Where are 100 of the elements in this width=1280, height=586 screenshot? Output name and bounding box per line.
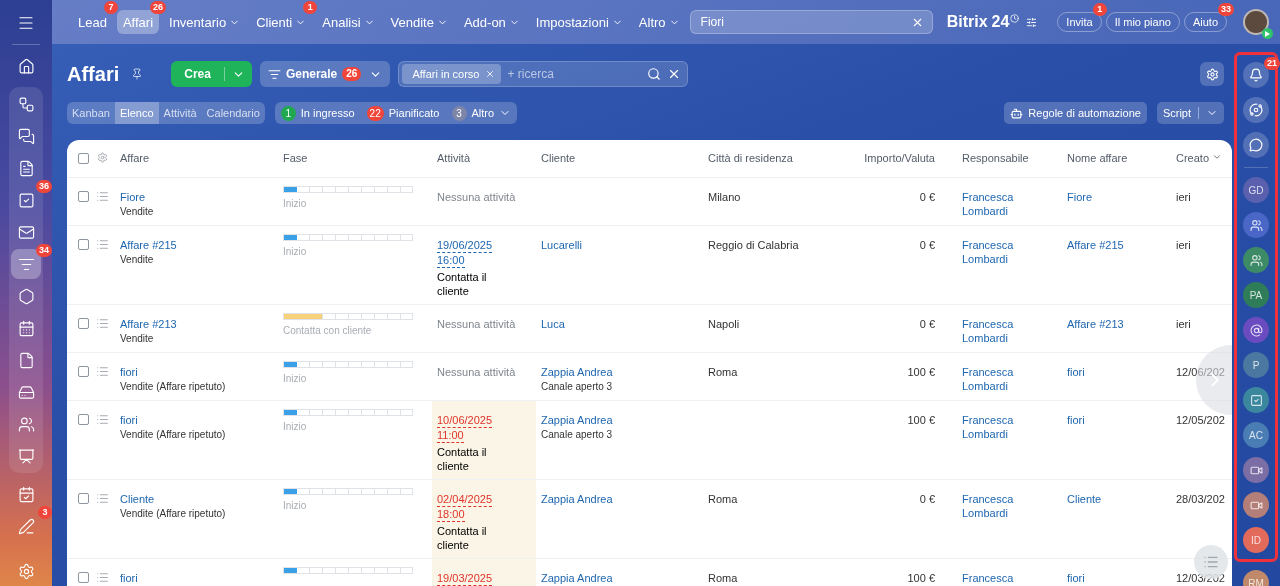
checkbox[interactable] — [78, 365, 89, 377]
menu-icon — [17, 14, 35, 32]
filter-button[interactable]: Generale 26 — [259, 61, 391, 87]
script-button[interactable]: Script — [1156, 102, 1224, 124]
column-header[interactable]: Città di residenza — [703, 140, 830, 177]
column-header[interactable]: Cliente — [536, 140, 703, 177]
amount-text: 0 € — [919, 317, 935, 330]
deal-link[interactable]: Cliente — [120, 492, 155, 505]
manager-link[interactable]: Francesca — [962, 570, 1057, 585]
video-call-avatar[interactable] — [1243, 492, 1269, 518]
contact-avatar[interactable]: P — [1243, 352, 1269, 378]
manager-link[interactable]: Francesca Lombardi — [962, 316, 1057, 345]
checkbox[interactable] — [78, 317, 89, 329]
deal-name-link[interactable]: fiori — [1067, 571, 1085, 584]
contact-avatar[interactable]: GD — [1243, 177, 1269, 203]
pipeline-text: Vendite — [120, 252, 155, 267]
counter-link[interactable]: In ingresso — [300, 107, 355, 119]
contact-avatar[interactable]: AC — [1243, 422, 1269, 448]
contact-avatar[interactable] — [1243, 317, 1269, 343]
automation-button[interactable]: Regole di automazione — [1004, 102, 1147, 124]
search-field[interactable]: Fiori — [689, 10, 933, 34]
checkbox[interactable] — [78, 413, 89, 425]
deal-link[interactable]: fiori — [120, 571, 138, 584]
client-link[interactable]: Luca — [541, 317, 565, 330]
view-tab[interactable]: Calendario — [201, 102, 265, 124]
mail-icon — [17, 223, 35, 241]
amount-text: 0 € — [919, 238, 935, 251]
deal-link[interactable]: Affare #213 — [120, 317, 177, 330]
column-header[interactable]: Importo/Valuta — [830, 140, 950, 177]
manager-link[interactable]: Francesca Lombardi — [962, 237, 1057, 266]
deal-name-link[interactable]: fiori — [1067, 413, 1085, 426]
manager-link[interactable]: Francesca Lombardi — [962, 412, 1057, 441]
assistant-button[interactable] — [1243, 97, 1269, 123]
column-header[interactable]: Responsabile — [950, 140, 1062, 177]
nav-tab[interactable]: Analisi — [316, 10, 381, 34]
manager-link[interactable]: Francesca Lombardi — [962, 189, 1057, 218]
deal-name-link[interactable]: Cliente — [1067, 492, 1102, 505]
view-tab[interactable]: Kanban — [67, 102, 115, 124]
search-icon[interactable] — [647, 67, 662, 81]
client-link[interactable]: Zappia Andrea — [541, 571, 613, 584]
drag-handle-icon[interactable] — [96, 237, 109, 251]
notification-button[interactable] — [1243, 62, 1269, 88]
counter-link[interactable]: Pianificato — [388, 107, 440, 119]
nav-tab[interactable]: Impostazioni — [529, 10, 629, 34]
manager-link[interactable]: Francesca Lombardi — [962, 364, 1057, 393]
activity-date-link[interactable]: 10/06/2025 — [437, 412, 493, 428]
stage-text: Inizio — [283, 196, 308, 211]
sidebar-item[interactable] — [11, 249, 41, 279]
client-link[interactable]: Lucarelli — [541, 238, 582, 251]
nav-tab[interactable]: Vendite — [384, 10, 454, 34]
deal-name-link[interactable]: Fiore — [1067, 190, 1093, 203]
nav-tab[interactable]: Add-on — [457, 10, 526, 34]
column-header[interactable]: Affare — [115, 140, 278, 177]
column-header[interactable]: Nome affare — [1062, 140, 1171, 177]
activity-date-link[interactable]: 19/06/2025 — [437, 237, 493, 253]
contact-avatar[interactable]: PA — [1243, 282, 1269, 308]
deal-name-link[interactable]: Affare #215 — [1067, 238, 1124, 251]
city-text: Reggio di Calabria — [708, 238, 799, 251]
checkbox[interactable] — [78, 190, 89, 202]
counter-link[interactable]: Altro — [471, 107, 495, 119]
client-link[interactable]: Zappia Andrea — [541, 365, 613, 378]
checkbox[interactable] — [78, 238, 89, 250]
column-header[interactable]: Creato — [1171, 140, 1232, 177]
deal-link[interactable]: Fiore — [120, 190, 146, 203]
drag-handle-icon[interactable] — [96, 316, 109, 330]
manager-link[interactable]: Francesca Lombardi — [962, 491, 1057, 520]
deal-name-link[interactable]: Affare #213 — [1067, 317, 1124, 330]
drag-handle-icon[interactable] — [96, 412, 109, 426]
column-header[interactable]: Attività — [432, 140, 536, 177]
user-avatar[interactable] — [1243, 9, 1269, 35]
settings-button[interactable] — [1200, 62, 1224, 86]
deal-link[interactable]: fiori — [120, 413, 138, 426]
drag-handle-icon[interactable] — [96, 364, 109, 378]
client-link[interactable]: Zappia Andrea — [541, 492, 613, 505]
checkbox[interactable] — [78, 492, 89, 504]
contact-avatar[interactable] — [1243, 387, 1269, 413]
city-text: Roma — [708, 571, 738, 584]
drag-handle-icon[interactable] — [96, 570, 109, 584]
group-avatar[interactable] — [1243, 247, 1269, 273]
deal-name-link[interactable]: fiori — [1067, 365, 1085, 378]
group-avatar[interactable] — [1243, 212, 1269, 238]
city-text: Roma — [708, 365, 738, 378]
column-header[interactable]: Fase — [278, 140, 432, 177]
view-tab[interactable]: Attività — [158, 102, 202, 124]
activity-time-link[interactable]: 11:00 — [437, 427, 464, 443]
pin-icon[interactable] — [131, 68, 144, 80]
people-icon — [1249, 253, 1263, 267]
deal-link[interactable]: fiori — [120, 365, 138, 378]
nav-tab[interactable]: Altro — [632, 10, 686, 34]
deal-link[interactable]: Affare #215 — [120, 238, 177, 251]
client-link[interactable]: Zappia Andrea — [541, 413, 613, 426]
video-call-avatar[interactable] — [1243, 457, 1269, 483]
drag-handle-icon[interactable] — [96, 491, 109, 505]
activity-time-link[interactable]: 18:00 — [437, 506, 465, 522]
checkbox[interactable] — [78, 571, 89, 583]
drag-handle-icon[interactable] — [96, 189, 109, 203]
activity-time-link[interactable]: 16:00 — [437, 252, 465, 268]
checkbox[interactable] — [78, 153, 89, 165]
chat-button[interactable] — [1243, 132, 1269, 158]
activity-date-link[interactable]: 02/04/2025 — [437, 491, 493, 507]
